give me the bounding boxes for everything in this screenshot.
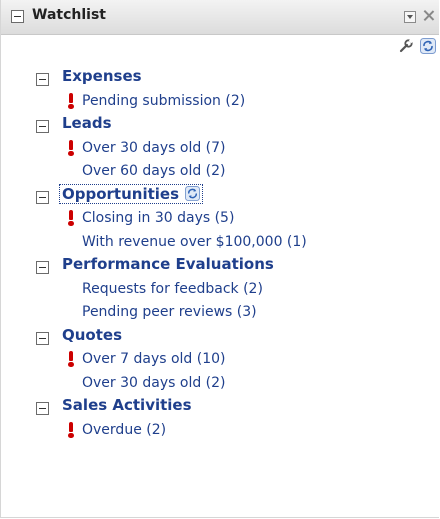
watchlist-item-link[interactable]: Over 30 days old (7) (82, 140, 226, 156)
group-collapse-icon[interactable] (36, 331, 49, 345)
group-collapse-icon[interactable] (36, 73, 49, 86)
alert-icon (68, 139, 74, 156)
group-collapse-icon[interactable] (36, 190, 49, 204)
group-label[interactable]: Expenses (62, 67, 142, 85)
group-label-text: Leads (62, 114, 112, 132)
minimize-icon[interactable] (404, 11, 416, 23)
watchlist-item-link[interactable]: Closing in 30 days (5) (82, 210, 234, 226)
refresh-icon[interactable] (185, 185, 201, 201)
group-label[interactable]: Leads (62, 114, 112, 132)
portlet-title: Watchlist (32, 7, 106, 23)
wrench-icon[interactable] (398, 38, 414, 54)
collapse-box-icon[interactable] (11, 10, 24, 23)
group-label[interactable]: Performance Evaluations (62, 255, 274, 273)
alert-icon (68, 421, 74, 438)
watchlist-item-link[interactable]: Over 60 days old (2) (82, 163, 226, 179)
watchlist-item-link[interactable]: Over 7 days old (10) (82, 351, 226, 367)
alert-icon (68, 351, 74, 367)
refresh-icon[interactable] (420, 38, 436, 54)
close-icon[interactable] (422, 9, 435, 22)
group-collapse-icon[interactable] (36, 402, 49, 415)
watchlist-item-link[interactable]: Requests for feedback (2) (82, 281, 263, 297)
group-label-text: Sales Activities (62, 396, 192, 414)
watchlist-item-link[interactable]: Pending submission (2) (82, 93, 245, 109)
group-label-text: Opportunities (62, 184, 180, 203)
watchlist-item-link[interactable]: Over 30 days old (2) (82, 375, 226, 391)
watchlist-item-link[interactable]: Pending peer reviews (3) (82, 304, 257, 320)
alert-icon (68, 92, 74, 109)
group-collapse-icon[interactable] (36, 120, 49, 133)
group-label[interactable]: Sales Activities (62, 396, 192, 414)
portlet-title-bar: Watchlist (1, 0, 439, 35)
group-label-text: Expenses (62, 67, 142, 85)
watchlist-portlet: Watchlist Expenses Pending submission (2)… (0, 0, 439, 518)
watchlist-item-link[interactable]: Overdue (2) (82, 422, 166, 438)
group-label[interactable]: Opportunities (58, 183, 204, 204)
alert-icon (68, 210, 74, 226)
group-label-text: Quotes (62, 325, 123, 344)
group-collapse-icon[interactable] (36, 261, 49, 274)
group-label-text: Performance Evaluations (62, 255, 274, 273)
group-label[interactable]: Quotes (62, 326, 122, 344)
watchlist-item-link[interactable]: With revenue over $100,000 (1) (82, 234, 307, 250)
